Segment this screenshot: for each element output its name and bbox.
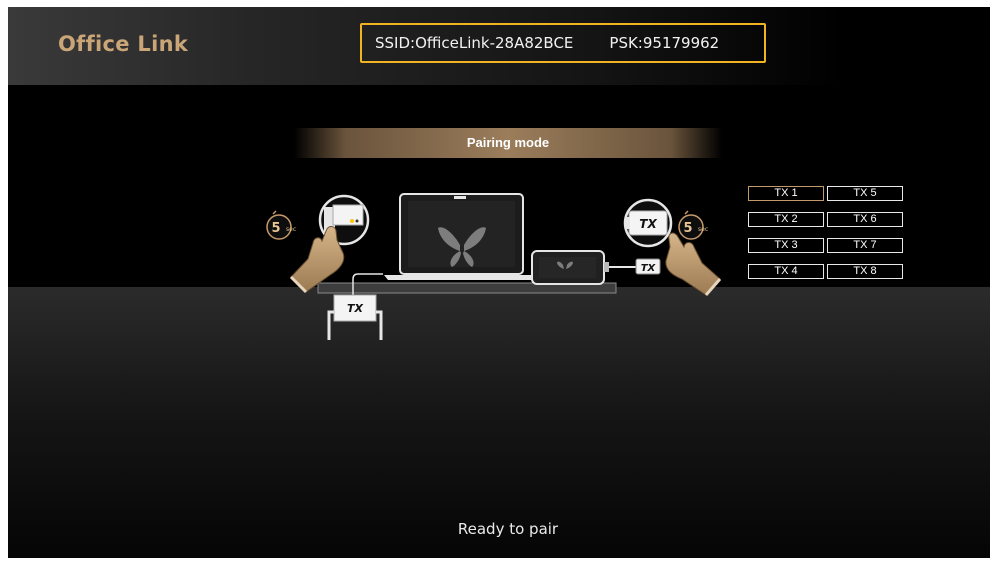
left-hand-icon [289,226,345,294]
tx-item-2[interactable]: TX 2 [748,212,824,227]
tx-item-6[interactable]: TX 6 [827,212,903,227]
left-timer-icon: 5 sec [266,210,296,240]
pairing-diagram: TX TX 5 sec TX 5 sec [266,193,722,340]
tx-dongle-small-label: TX [641,263,657,274]
tv-screen: Office Link SSID:OfficeLink-28A82BCE PSK… [8,7,990,558]
right-magnifier-icon: TX [623,198,673,248]
tx-dongle-bottom-icon: TX [327,294,383,340]
right-timer-icon: 5 sec [678,210,708,240]
status-text: Ready to pair [457,520,559,538]
tx-item-1[interactable]: TX 1 [748,186,824,201]
tx-dongle-bottom-label: TX [347,302,364,315]
tx-item-8[interactable]: TX 8 [827,264,903,279]
tx-item-4[interactable]: TX 4 [748,264,824,279]
tx-item-3[interactable]: TX 3 [748,238,824,253]
left-timer-unit: sec [286,226,296,233]
right-timer-unit: sec [698,226,708,233]
tx-item-7[interactable]: TX 7 [827,238,903,253]
phone-icon [531,250,636,285]
tx-dongle-small-icon: TX [635,258,661,275]
laptop-icon [384,193,540,280]
right-timer-digit: 5 [683,221,692,236]
right-hand-icon [665,232,722,296]
left-timer-digit: 5 [271,221,280,236]
tx-dongle-right-label: TX [639,217,657,231]
tx-item-5[interactable]: TX 5 [827,186,903,201]
